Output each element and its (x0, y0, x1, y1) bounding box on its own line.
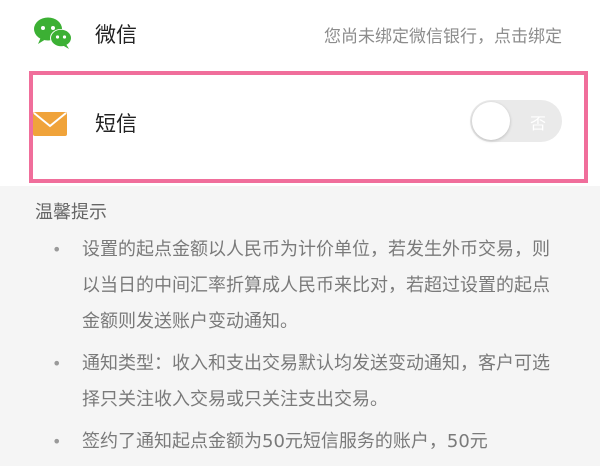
tip-item: 设置的起点金额以人民币为计价单位，若发生外币交易，则以当日的中间汇率折算成人民币… (52, 232, 562, 340)
sms-label: 短信 (95, 112, 137, 136)
envelope-icon (33, 112, 67, 140)
tips-list: 设置的起点金额以人民币为计价单位，若发生外币交易，则以当日的中间汇率折算成人民币… (52, 232, 562, 466)
tips-title: 温馨提示 (35, 202, 107, 223)
tip-item: 签约了通知起点金额为50元短信服务的账户，50元 (52, 424, 562, 460)
wechat-label: 微信 (95, 23, 137, 47)
wechat-row[interactable]: 微信 您尚未绑定微信银行，点击绑定 (0, 0, 600, 68)
wechat-icon (33, 16, 73, 54)
wechat-bind-hint[interactable]: 您尚未绑定微信银行，点击绑定 (324, 22, 562, 47)
toggle-state-text: 否 (529, 114, 546, 133)
sms-toggle-switch[interactable]: 否 (470, 100, 562, 142)
tip-item: 通知类型：收入和支出交易默认均发送变动通知，客户可选择只关注收入交易或只关注支出… (52, 346, 562, 418)
notification-settings-card: 微信 您尚未绑定微信银行，点击绑定 短信 否 (0, 0, 600, 186)
toggle-knob (472, 102, 510, 140)
